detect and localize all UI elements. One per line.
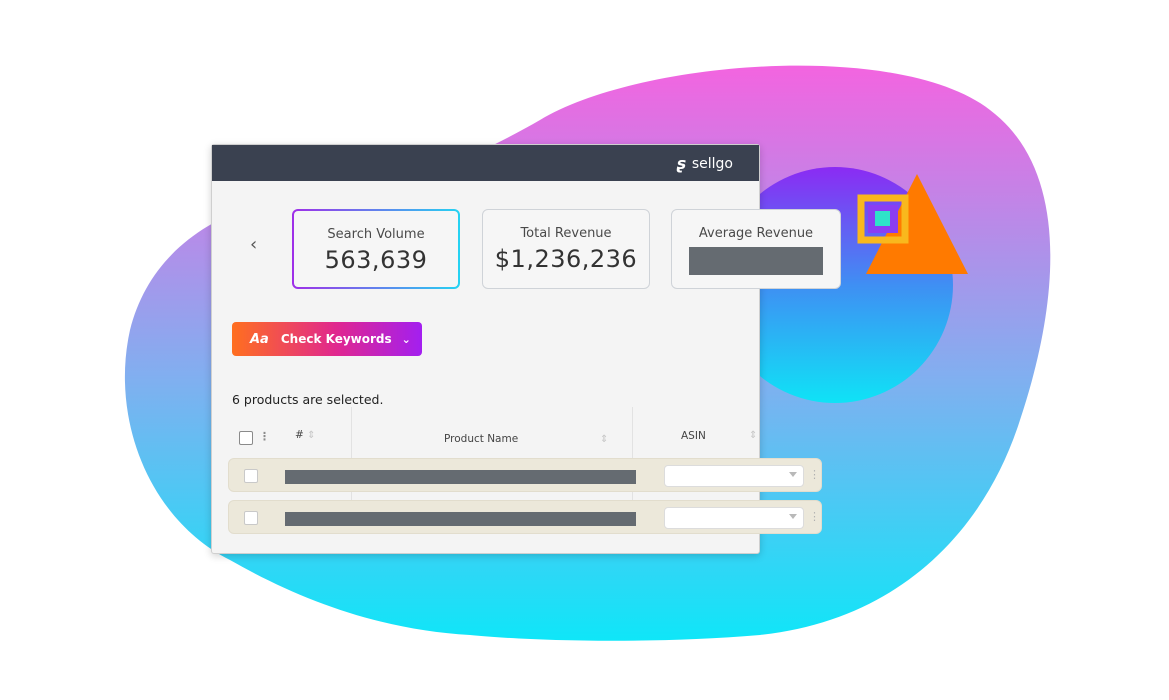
titlebar: ʂ sellgo xyxy=(212,145,759,181)
row-options-icon[interactable]: ⋮ xyxy=(809,510,820,523)
stat-card-average-revenue[interactable]: Average Revenue xyxy=(671,209,841,289)
redacted-value xyxy=(689,247,823,275)
table-row[interactable]: ⋮ xyxy=(228,500,822,534)
row-options-icon[interactable]: ⋮ xyxy=(809,468,820,481)
column-header-product-name[interactable]: Product Name xyxy=(444,433,518,445)
chevron-down-icon: ⌄ xyxy=(401,332,411,346)
redacted-product-name xyxy=(285,470,636,484)
app-window: ʂ sellgo ‹ Search Volume 563,639 Total R… xyxy=(211,144,841,554)
stat-title: Average Revenue xyxy=(698,226,814,241)
column-label: ASIN xyxy=(681,430,706,442)
brand-logo: ʂ sellgo xyxy=(676,154,733,173)
column-header-asin[interactable]: ASIN xyxy=(681,430,706,442)
dropdown-arrow-icon xyxy=(789,472,797,477)
column-divider xyxy=(351,407,352,507)
column-header-index[interactable]: # ⇕ xyxy=(295,429,316,441)
stat-value: 563,639 xyxy=(324,246,428,274)
stat-card-search-volume[interactable]: Search Volume 563,639 xyxy=(292,209,460,289)
check-keywords-button[interactable]: Aa Check Keywords ⌄ xyxy=(232,322,422,356)
row-checkbox[interactable] xyxy=(244,511,258,525)
column-label: Product Name xyxy=(444,433,519,445)
redacted-product-name xyxy=(285,512,636,526)
sort-icon: ⇕ xyxy=(307,430,316,441)
check-keywords-label: Check Keywords xyxy=(280,332,392,346)
column-label: # xyxy=(295,429,304,441)
sort-icon[interactable]: ⇕ xyxy=(600,434,608,445)
sort-icon[interactable]: ⇕ xyxy=(749,430,757,441)
stat-card-total-revenue[interactable]: Total Revenue $1,236,236 xyxy=(482,209,650,289)
column-divider xyxy=(632,407,633,507)
select-all-checkbox[interactable] xyxy=(239,431,253,445)
stat-title: Search Volume xyxy=(327,227,425,242)
teal-square-dot xyxy=(875,211,890,226)
row-checkbox[interactable] xyxy=(244,469,258,483)
table-row[interactable]: ⋮ xyxy=(228,458,822,492)
selection-status: 6 products are selected. xyxy=(232,392,384,407)
asin-dropdown[interactable] xyxy=(664,507,804,529)
dropdown-arrow-icon xyxy=(789,514,797,519)
s-logo-icon: ʂ xyxy=(676,154,686,173)
chevron-left-icon[interactable]: ‹ xyxy=(250,235,270,255)
stat-title: Total Revenue xyxy=(520,226,612,241)
brand-name: sellgo xyxy=(691,155,733,172)
asin-dropdown[interactable] xyxy=(664,465,804,487)
text-format-icon: Aa xyxy=(250,331,269,347)
stat-value: $1,236,236 xyxy=(494,245,638,273)
column-options-icon[interactable]: ⋮ xyxy=(259,430,270,443)
